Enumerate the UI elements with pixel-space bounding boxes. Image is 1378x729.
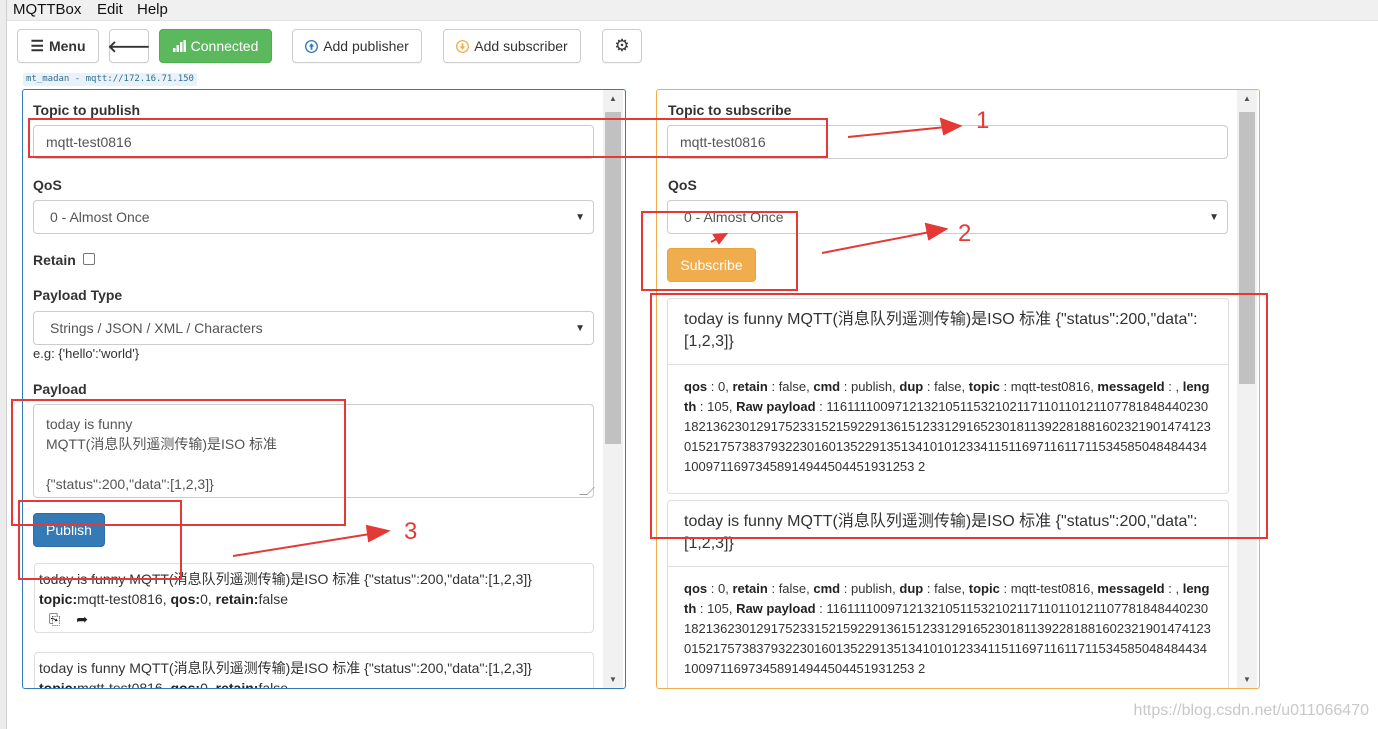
watermark: https://blog.csdn.net/u011066470	[1133, 702, 1369, 719]
annotation-label-1: 1	[976, 107, 990, 134]
annotation-arrows	[232, 117, 963, 557]
annotation-label-2: 2	[958, 220, 972, 247]
annotation-label-3: 3	[404, 518, 418, 545]
